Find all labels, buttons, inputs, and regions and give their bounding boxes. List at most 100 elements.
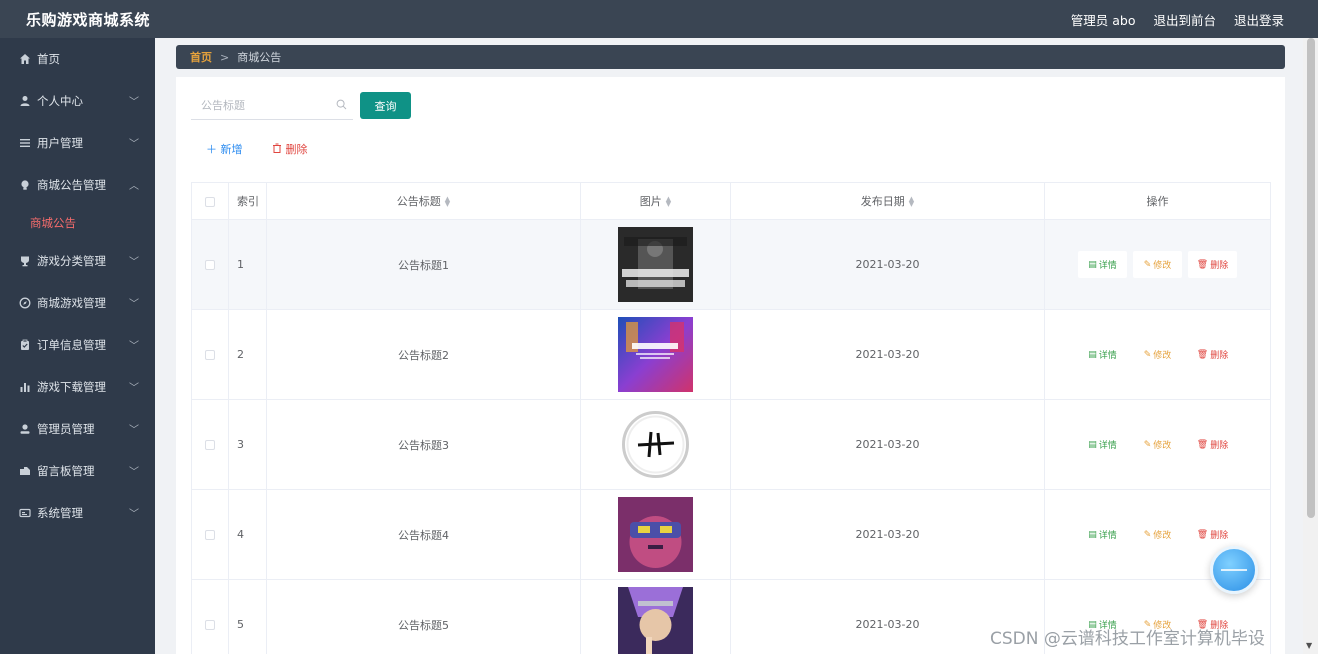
- sidebar-item-label: 游戏下载管理: [37, 380, 106, 394]
- row-title: 公告标题2: [266, 309, 581, 400]
- delete-button[interactable]: 🗑 删除: [1188, 341, 1237, 368]
- sidebar-item-label: 留言板管理: [37, 464, 95, 478]
- edit-button[interactable]: ✎ 修改: [1133, 521, 1182, 548]
- detail-button[interactable]: ▤ 详情: [1078, 341, 1127, 368]
- row-checkbox[interactable]: [205, 350, 215, 360]
- detail-button[interactable]: ▤ 详情: [1078, 521, 1127, 548]
- sidebar-item-announcement-management[interactable]: 商城公告管理 ︿: [0, 164, 155, 206]
- chevron-down-icon: ﹀: [129, 97, 139, 108]
- edit-label: 修改: [1153, 261, 1172, 271]
- admin-label: 管理员 abo: [1070, 12, 1136, 28]
- pencil-icon: ✎: [1143, 529, 1152, 540]
- announcement-table: 索引 公告标题 ▲ ▼ 图片 ▲ ▼ 发布日期 ▲ ▼ 操作 1 公告标题1 2…: [191, 182, 1271, 654]
- column-header-title[interactable]: 公告标题 ▲ ▼: [266, 182, 581, 220]
- trash-icon: 🗑: [1196, 259, 1209, 270]
- row-index: 2: [228, 309, 267, 400]
- row-checkbox[interactable]: [205, 260, 215, 270]
- message-icon: [18, 465, 31, 478]
- floating-assistant-button[interactable]: [1210, 546, 1258, 594]
- list-icon: [18, 137, 31, 150]
- logout-link[interactable]: 退出登录: [1234, 10, 1284, 29]
- chevron-down-icon: ﹀: [129, 425, 139, 436]
- sidebar-item-label: 商城公告管理: [37, 178, 106, 192]
- sidebar-item-order-management[interactable]: 订单信息管理 ﹀: [0, 324, 155, 366]
- chevron-down-icon: ﹀: [129, 139, 139, 150]
- edit-button[interactable]: ✎ 修改: [1133, 341, 1182, 368]
- row-checkbox[interactable]: [205, 530, 215, 540]
- chevron-down-icon: ﹀: [129, 341, 139, 352]
- sidebar-item-personal-center[interactable]: 个人中心 ﹀: [0, 80, 155, 122]
- detail-button[interactable]: ▤ 详情: [1078, 251, 1127, 278]
- sidebar-item-label: 首页: [37, 52, 60, 66]
- delete-button[interactable]: 🗑 删除: [1188, 251, 1237, 278]
- announcement-image: [618, 407, 693, 482]
- edit-button[interactable]: ✎ 修改: [1133, 251, 1182, 278]
- row-image-cell: [580, 489, 731, 580]
- row-select-cell: [191, 219, 229, 310]
- document-icon: ▤: [1088, 349, 1097, 360]
- detail-label: 详情: [1098, 261, 1117, 271]
- sort-icon: ▲ ▼: [444, 195, 451, 208]
- select-all-checkbox[interactable]: [205, 196, 215, 207]
- row-actions: ▤ 详情 ✎ 修改 🗑 删除: [1044, 309, 1271, 400]
- add-button[interactable]: ＋ 新增: [206, 141, 243, 157]
- table-row: 4 公告标题4 2021-03-20 ▤ 详情 ✎ 修改 🗑 删除: [191, 489, 1271, 580]
- sidebar-subitem-announcement[interactable]: 商城公告: [0, 206, 155, 240]
- row-image-cell: [580, 399, 731, 490]
- sidebar-item-message-board[interactable]: 留言板管理 ﹀: [0, 450, 155, 492]
- row-select-cell: [191, 309, 229, 400]
- delete-button[interactable]: 🗑 删除: [1188, 431, 1237, 458]
- home-icon: [18, 53, 31, 66]
- scrollbar-thumb[interactable]: [1307, 38, 1315, 518]
- sidebar-item-system-management[interactable]: 系统管理 ﹀: [0, 492, 155, 534]
- edit-label: 修改: [1153, 531, 1172, 541]
- row-actions: ▤ 详情 ✎ 修改 🗑 删除: [1044, 399, 1271, 490]
- column-header-date[interactable]: 发布日期 ▲ ▼: [730, 182, 1045, 220]
- sidebar-item-label: 游戏分类管理: [37, 254, 106, 268]
- edit-label: 修改: [1153, 441, 1172, 451]
- search-box: [191, 92, 353, 120]
- plus-icon: ＋: [206, 143, 217, 156]
- trash-icon: [272, 143, 286, 156]
- row-checkbox[interactable]: [205, 620, 215, 630]
- admin-icon: [18, 423, 31, 436]
- clipboard-icon: [18, 339, 31, 352]
- breadcrumb-separator: >: [220, 50, 230, 64]
- column-header-title-label: 公告标题: [396, 195, 441, 208]
- sidebar-item-home[interactable]: 首页: [0, 38, 155, 80]
- sidebar-item-download-management[interactable]: 游戏下载管理 ﹀: [0, 366, 155, 408]
- row-image-cell: [580, 579, 731, 654]
- scroll-down-arrow-icon[interactable]: ▼: [1306, 641, 1312, 650]
- batch-delete-button[interactable]: 删除: [272, 141, 308, 157]
- query-button[interactable]: 查询: [360, 92, 411, 119]
- delete-button[interactable]: 🗑 删除: [1188, 521, 1237, 548]
- search-input[interactable]: [191, 99, 331, 112]
- assistant-wave-icon: [1221, 569, 1247, 571]
- row-image-cell: [580, 309, 731, 400]
- chevron-down-icon: ﹀: [129, 467, 139, 478]
- row-date: 2021-03-20: [730, 399, 1045, 490]
- breadcrumb-home[interactable]: 首页: [190, 49, 212, 65]
- sidebar-item-game-management[interactable]: 商城游戏管理 ﹀: [0, 282, 155, 324]
- row-checkbox[interactable]: [205, 440, 215, 450]
- sidebar-item-game-category[interactable]: 游戏分类管理 ﹀: [0, 240, 155, 282]
- row-index: 5: [228, 579, 267, 654]
- table-header-row: 索引 公告标题 ▲ ▼ 图片 ▲ ▼ 发布日期 ▲ ▼ 操作: [191, 182, 1271, 220]
- page-scrollbar[interactable]: ▼: [1303, 38, 1318, 654]
- sidebar-item-admin-management[interactable]: 管理员管理 ﹀: [0, 408, 155, 450]
- row-date: 2021-03-20: [730, 309, 1045, 400]
- edit-button[interactable]: ✎ 修改: [1133, 431, 1182, 458]
- row-title: 公告标题1: [266, 219, 581, 310]
- chevron-down-icon: ﹀: [129, 509, 139, 520]
- sort-icon: ▲ ▼: [908, 195, 915, 208]
- delete-button-label: 删除: [285, 143, 308, 156]
- sidebar-item-user-management[interactable]: 用户管理 ﹀: [0, 122, 155, 164]
- row-title: 公告标题4: [266, 489, 581, 580]
- trophy-icon: [18, 255, 31, 268]
- row-image-cell: [580, 219, 731, 310]
- exit-to-front-link[interactable]: 退出到前台: [1153, 10, 1216, 29]
- sidebar-item-label: 管理员管理: [37, 422, 95, 436]
- detail-button[interactable]: ▤ 详情: [1078, 431, 1127, 458]
- row-select-cell: [191, 399, 229, 490]
- column-header-image[interactable]: 图片 ▲ ▼: [580, 182, 731, 220]
